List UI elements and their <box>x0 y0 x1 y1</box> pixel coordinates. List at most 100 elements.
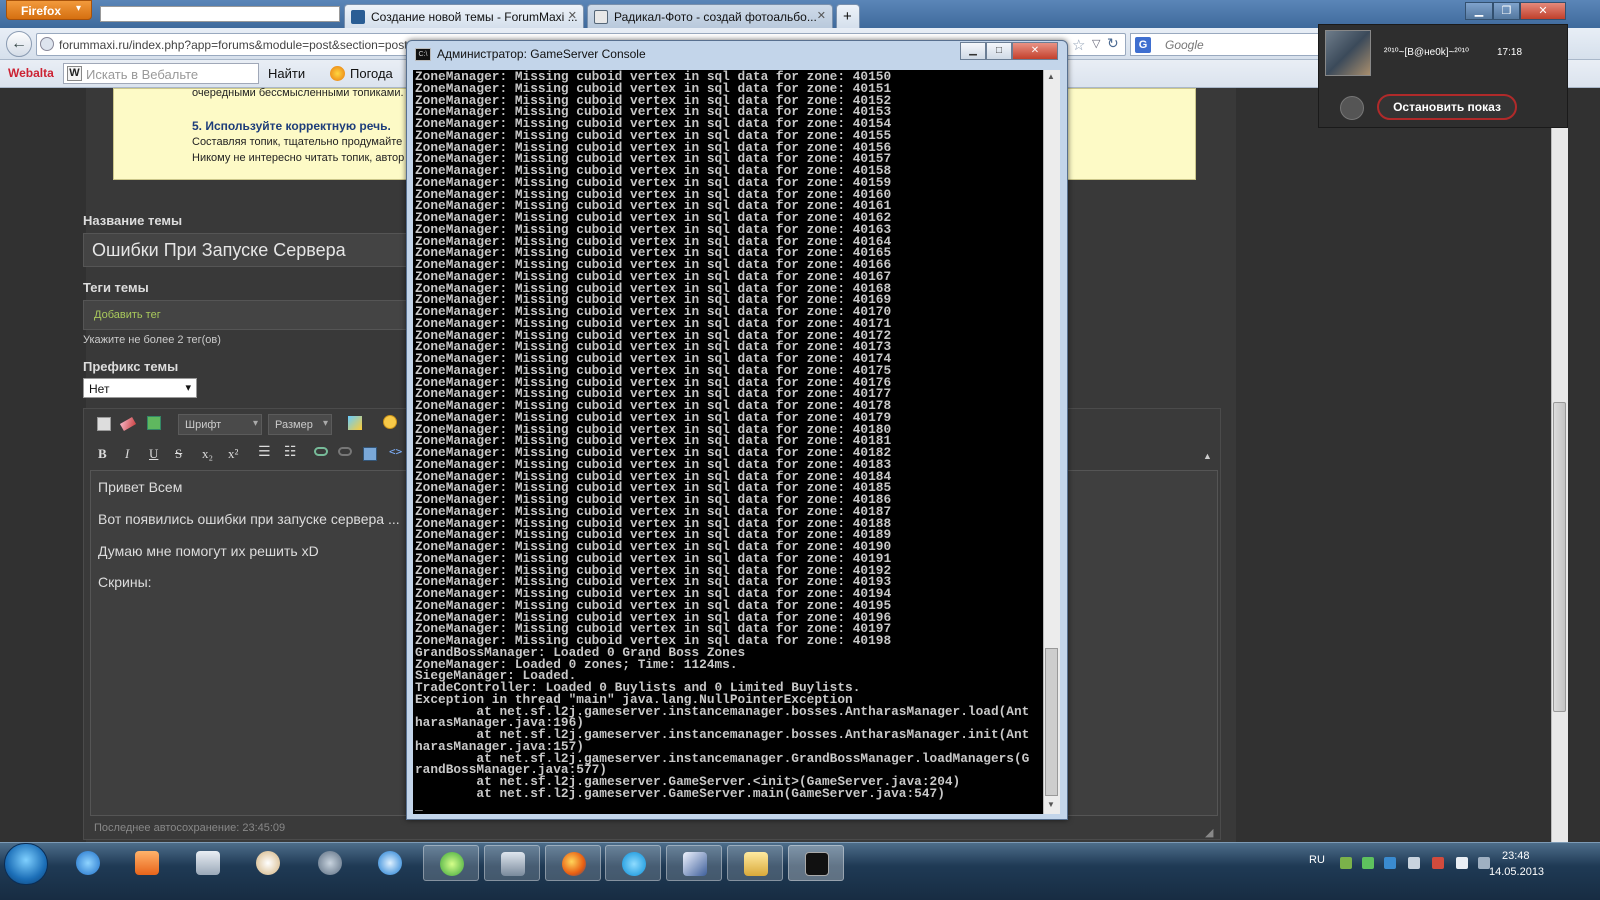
taskbar-calculator[interactable] <box>180 845 236 881</box>
language-indicator[interactable]: RU <box>1309 854 1325 866</box>
scroll-down-icon[interactable]: ▼ <box>1047 800 1055 809</box>
strikethrough-button[interactable]: S <box>175 446 182 462</box>
find-button[interactable]: Найти <box>268 66 305 81</box>
bullet-list-icon[interactable]: ☰ <box>258 444 271 460</box>
console-app-icon: C:\ <box>415 48 431 61</box>
page-scrollbar-thumb[interactable] <box>1553 402 1566 712</box>
numbered-list-icon[interactable]: ☷ <box>284 444 297 460</box>
google-icon[interactable]: G <box>1135 37 1151 53</box>
collapse-toolbar-icon[interactable]: ▲ <box>1203 451 1212 461</box>
action-center-icon[interactable] <box>1432 857 1444 869</box>
autosave-status: Последнее автосохранение: 23:45:09 <box>94 822 286 834</box>
taskbar-skype[interactable] <box>605 845 661 881</box>
scroll-up-icon[interactable]: ▲ <box>1047 72 1055 81</box>
font-size-dropdown[interactable]: Размер <box>268 414 332 435</box>
taskbar-remote[interactable] <box>484 845 540 881</box>
back-arrow-icon[interactable]: ← <box>6 31 32 57</box>
volume-icon[interactable] <box>1408 857 1420 869</box>
taskbar-explorer[interactable] <box>727 845 783 881</box>
bookmark-star-icon[interactable]: ☆ <box>1072 36 1085 54</box>
tab-radikal[interactable]: Радикал-Фото - создай фотоальбо... ✕ <box>587 4 833 28</box>
close-window-icon[interactable]: ✕ <box>1520 2 1566 20</box>
taskbar-paint[interactable] <box>240 845 296 881</box>
avatar <box>1325 30 1371 76</box>
blank-tab-placeholder <box>100 6 340 22</box>
taskbar-console[interactable] <box>788 845 844 881</box>
rules-text: Никому не интересно читать топик, автор <box>192 152 405 164</box>
webalta-w-icon: W <box>67 66 82 81</box>
site-identity-icon[interactable] <box>40 37 54 51</box>
post-line: Привет Всем <box>98 479 183 495</box>
italic-button[interactable]: I <box>125 446 129 462</box>
taskbar-settings[interactable] <box>302 845 358 881</box>
superscript-button[interactable]: x² <box>228 446 238 462</box>
tags-hint: Укажите не более 2 тег(ов) <box>83 334 221 346</box>
history-dropdown-icon[interactable]: ▽ <box>1092 37 1100 50</box>
topic-title-input[interactable]: Ошибки При Запуске Сервера <box>83 233 413 267</box>
clock-time[interactable]: 23:48 <box>1502 850 1530 862</box>
subscript-button[interactable]: x₂ <box>202 446 213 462</box>
insert-special-icon[interactable] <box>147 416 161 430</box>
gear-icon <box>318 851 342 875</box>
text-color-icon[interactable] <box>348 416 362 430</box>
display-icon[interactable] <box>1456 857 1468 869</box>
tray-app-icon[interactable] <box>1362 857 1374 869</box>
bold-button[interactable]: B <box>98 446 107 462</box>
share-duration: 17:18 <box>1497 47 1523 58</box>
green-app-icon <box>440 852 464 876</box>
console-minimize-icon[interactable]: ▁ <box>960 42 986 60</box>
reload-icon[interactable]: ↻ <box>1107 35 1119 52</box>
underline-button[interactable]: U <box>149 446 158 462</box>
share-window-icon[interactable] <box>1340 96 1364 120</box>
skype-tray-icon[interactable] <box>1384 857 1396 869</box>
console-icon <box>805 852 829 876</box>
taskbar-media[interactable] <box>119 845 175 881</box>
internet-explorer-icon <box>76 851 100 875</box>
topic-prefix-label: Префикс темы <box>83 359 179 374</box>
topic-tags-input[interactable]: Добавить тег <box>83 300 413 330</box>
new-tab-button[interactable]: + <box>836 4 860 28</box>
console-title: Администратор: GameServer Console <box>437 47 646 61</box>
restore-icon[interactable]: ❐ <box>1493 2 1520 20</box>
image-icon[interactable] <box>363 447 377 461</box>
topic-prefix-select[interactable]: Нет <box>83 378 197 398</box>
webalta-search-input[interactable]: Искать в Вебальте <box>63 63 259 84</box>
weather-button[interactable]: Погода <box>330 66 393 81</box>
computer-icon <box>501 852 525 876</box>
close-tab-icon[interactable]: ✕ <box>568 9 577 22</box>
taskbar-game[interactable] <box>423 845 479 881</box>
start-button[interactable] <box>4 843 48 885</box>
firefox-menu-button[interactable]: Firefox <box>6 0 92 20</box>
taskbar-firefox[interactable] <box>545 845 601 881</box>
resize-handle-icon[interactable]: ◢ <box>1205 826 1213 839</box>
console-maximize-icon[interactable]: □ <box>986 42 1012 60</box>
console-output[interactable]: ZoneManager: Missing cuboid vertex in sq… <box>413 70 1043 814</box>
teamviewer-icon <box>378 851 402 875</box>
console-scrollbar-thumb[interactable] <box>1045 648 1058 796</box>
calculator-icon <box>196 851 220 875</box>
media-player-icon <box>135 851 159 875</box>
taskbar-teamviewer[interactable] <box>362 845 418 881</box>
rules-text: очередными бессмысленными топиками. <box>192 87 404 99</box>
console-close-icon[interactable]: ✕ <box>1012 42 1058 60</box>
topic-tags-label: Теги темы <box>83 280 149 295</box>
minimize-icon[interactable]: ▁ <box>1465 2 1493 20</box>
emoticon-icon[interactable] <box>383 415 397 429</box>
taskbar-l2[interactable] <box>666 845 722 881</box>
webalta-logo[interactable]: Webalta <box>8 66 54 80</box>
taskbar-ie[interactable] <box>60 845 116 881</box>
stop-sharing-button[interactable]: Остановить показ <box>1377 94 1517 120</box>
link-icon[interactable] <box>314 447 328 456</box>
tab-create-topic[interactable]: Создание новой темы - ForumMaxi ... ✕ <box>344 4 584 28</box>
font-family-dropdown[interactable]: Шрифт <box>178 414 262 435</box>
source-mode-icon[interactable] <box>97 417 111 431</box>
code-icon[interactable]: <> <box>389 445 402 458</box>
close-tab-icon[interactable]: ✕ <box>817 9 826 22</box>
radikal-favicon-icon <box>594 10 608 24</box>
search-bar[interactable]: Google <box>1130 33 1330 56</box>
firefox-icon <box>562 852 586 876</box>
clock-date[interactable]: 14.05.2013 <box>1489 866 1544 878</box>
network-icon[interactable] <box>1340 857 1352 869</box>
unlink-icon[interactable] <box>338 447 352 456</box>
tab-label: Радикал-Фото - создай фотоальбо... <box>614 10 817 24</box>
